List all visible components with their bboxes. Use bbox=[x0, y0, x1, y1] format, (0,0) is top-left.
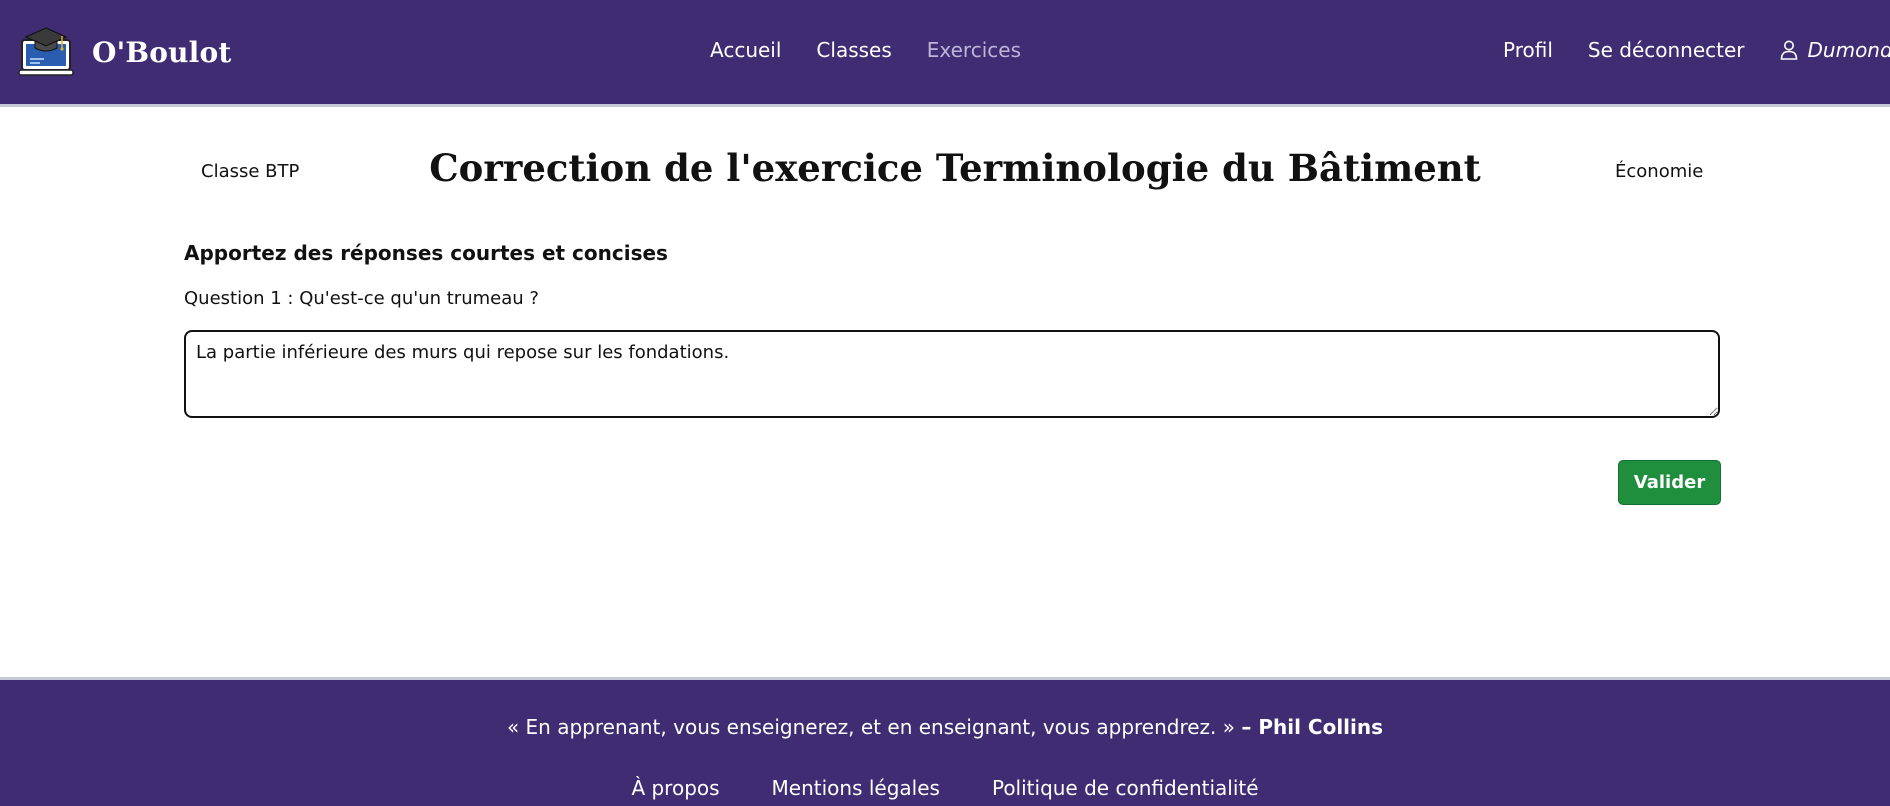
subject-label: Économie bbox=[1615, 161, 1704, 182]
nav-link-exercices[interactable]: Exercices bbox=[927, 38, 1021, 62]
nav-link-profil[interactable]: Profil bbox=[1503, 38, 1553, 62]
user-icon bbox=[1780, 40, 1797, 60]
quote-author: – Phil Collins bbox=[1241, 715, 1384, 739]
footer-link-legal[interactable]: Mentions légales bbox=[772, 776, 940, 800]
nav-link-classes[interactable]: Classes bbox=[816, 38, 891, 62]
footer: « En apprenant, vous enseignerez, et en … bbox=[0, 677, 1890, 806]
validate-button[interactable]: Valider bbox=[1618, 460, 1721, 505]
footer-quote: « En apprenant, vous enseignerez, et en … bbox=[0, 715, 1890, 739]
question-label: Question 1 : Qu'est-ce qu'un trumeau ? bbox=[184, 288, 539, 309]
nav-link-logout[interactable]: Se déconnecter bbox=[1588, 38, 1745, 62]
brand-name: O'Boulot bbox=[92, 35, 232, 69]
top-navbar: O'Boulot Accueil Classes Exercices Profi… bbox=[0, 0, 1890, 107]
graduation-laptop-logo bbox=[18, 27, 74, 76]
user-name: Dumond bbox=[1807, 38, 1890, 62]
footer-links: À propos Mentions légales Politique de c… bbox=[0, 776, 1890, 800]
class-label: Classe BTP bbox=[201, 161, 300, 182]
instructions-heading: Apportez des réponses courtes et concise… bbox=[184, 241, 668, 265]
page-title: Correction de l'exercice Terminologie du… bbox=[429, 146, 1481, 190]
answer-textarea[interactable]: La partie inférieure des murs qui repose… bbox=[184, 330, 1720, 418]
footer-link-about[interactable]: À propos bbox=[631, 776, 719, 800]
main-nav: Accueil Classes Exercices bbox=[710, 38, 1021, 62]
current-user[interactable]: Dumond bbox=[1780, 38, 1890, 62]
account-nav: Profil Se déconnecter Dumond bbox=[1503, 38, 1890, 62]
nav-link-accueil[interactable]: Accueil bbox=[710, 38, 781, 62]
footer-link-privacy[interactable]: Politique de confidentialité bbox=[992, 776, 1259, 800]
quote-text: « En apprenant, vous enseignerez, et en … bbox=[506, 715, 1236, 739]
brand[interactable]: O'Boulot bbox=[18, 24, 232, 80]
